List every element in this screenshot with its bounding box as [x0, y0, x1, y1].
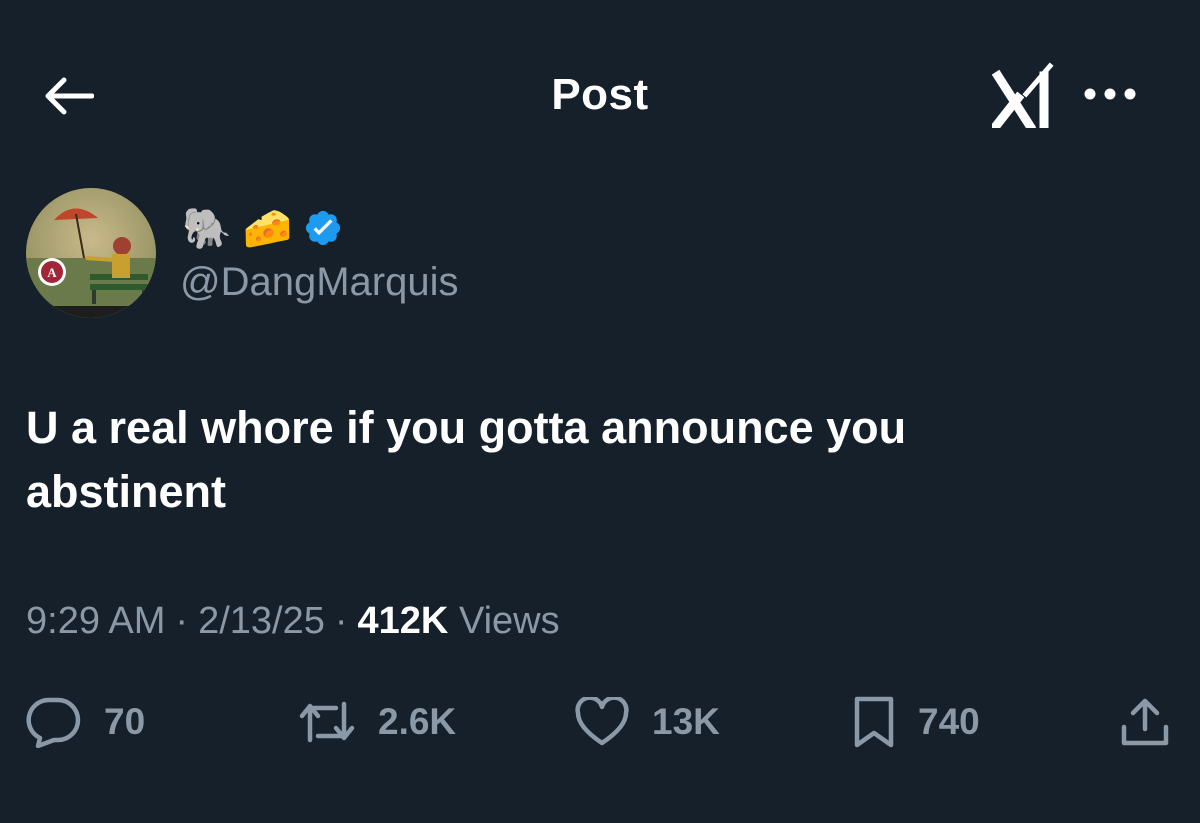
like-count: 13K [652, 701, 720, 742]
bookmark-button[interactable]: 740 [852, 692, 980, 752]
repost-button[interactable]: 2.6K [298, 692, 456, 752]
bookmark-icon [854, 696, 894, 748]
meta-separator: · [175, 600, 189, 642]
reply-icon [26, 697, 81, 748]
avatar-image: A [26, 188, 156, 318]
verified-badge-icon[interactable] [303, 208, 343, 248]
post-detail-page: Post A 🐘 🧀 @DangMarquis U a real whore i… [0, 0, 1200, 823]
heart-icon [575, 697, 629, 746]
author-handle[interactable]: @DangMarquis [180, 260, 459, 305]
ellipsis-icon [1084, 88, 1136, 100]
svg-text:A: A [47, 265, 57, 280]
grok-icon [992, 62, 1054, 128]
views-label[interactable]: Views [459, 600, 560, 642]
like-button[interactable]: 13K [574, 692, 720, 752]
bookmark-count: 740 [918, 701, 980, 742]
repost-count: 2.6K [378, 701, 457, 742]
avatar[interactable]: A [26, 188, 156, 318]
reply-button[interactable]: 70 [24, 692, 145, 752]
views-count[interactable]: 412K [358, 600, 449, 642]
reply-count: 70 [104, 701, 146, 742]
post-text: U a real whore if you gotta announce you… [26, 402, 907, 517]
top-bar: Post [0, 0, 1200, 190]
post-meta: 9:29 AM · 2/13/25 · 412K Views [26, 600, 560, 643]
meta-separator: · [334, 600, 348, 642]
share-icon [1121, 698, 1169, 746]
author-display-name[interactable]: 🐘 🧀 [182, 200, 343, 256]
more-options-button[interactable] [1080, 72, 1140, 116]
post-time[interactable]: 9:29 AM [26, 600, 165, 642]
display-name-text: 🐘 🧀 [182, 206, 293, 251]
share-button[interactable] [1118, 692, 1172, 752]
repost-icon [299, 701, 355, 743]
grok-button[interactable] [988, 60, 1058, 130]
post-date[interactable]: 2/13/25 [198, 600, 325, 642]
